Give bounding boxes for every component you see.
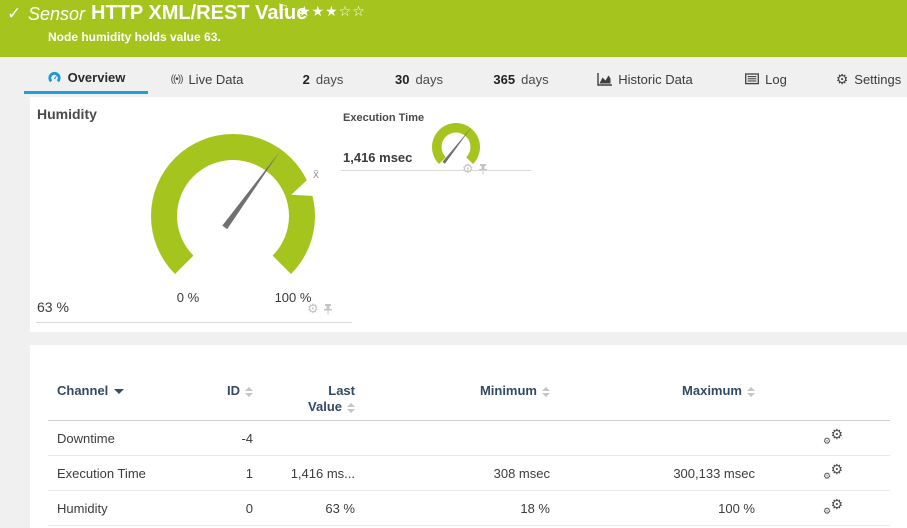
table-row: Humidity 0 63 % 18 % 100 % ⚙⚙ [30,491,907,525]
sorted-desc-icon [114,389,124,394]
row-divider [48,525,890,526]
flag-icon[interactable]: ⚐ [277,1,289,17]
column-header-channel[interactable]: Channel [57,375,207,398]
tab-log[interactable]: Log [737,64,795,94]
channel-minimum: 308 msec [355,466,550,481]
tab-settings[interactable]: ⚙ Settings [830,64,907,94]
widget-pin-icon[interactable] [478,164,488,175]
execution-time-gauge-title: Execution Time [343,112,424,124]
channel-name[interactable]: Execution Time [57,466,207,481]
tab-2-days-number: 2 [303,72,310,87]
sensor-status-message: Node humidity holds value 63. [48,30,221,44]
channel-settings-icon[interactable]: ⚙⚙ [823,429,843,445]
table-row: Downtime -4 ⚙⚙ [30,421,907,455]
sort-icon [747,387,755,397]
channel-settings-icon[interactable]: ⚙⚙ [823,464,843,480]
channel-table: Channel ID Last Value Minimum Maximum Do… [30,345,907,526]
sort-icon [347,403,355,413]
average-marker: x̄ [313,167,319,181]
widget-pin-icon[interactable] [323,304,333,315]
tab-bar: Overview ((•)) Live Data 2 days 30 days … [0,64,907,94]
channel-maximum: 100 % [550,501,755,516]
channels-panel: Channel ID Last Value Minimum Maximum Do… [30,345,907,528]
humidity-widget-actions: ⚙ [307,303,333,315]
log-list-icon [745,73,759,85]
humidity-gauge-title: Humidity [37,106,97,122]
column-header-minimum[interactable]: Minimum [355,375,550,398]
execution-time-current-value: 1,416 msec [343,150,412,165]
tab-overview[interactable]: Overview [24,64,148,94]
widget-gear-icon[interactable]: ⚙ [462,163,474,175]
table-row: Execution Time 1 1,416 ms... 308 msec 30… [30,456,907,490]
tab-log-label: Log [765,72,787,87]
tab-30-days[interactable]: 30 days [387,64,451,94]
column-header-id[interactable]: ID [207,375,253,398]
gear-icon: ⚙ [836,71,849,88]
channel-table-header: Channel ID Last Value Minimum Maximum [30,375,907,420]
channel-id: 0 [207,501,253,516]
gauges-panel: Humidity x̄ 0 % 100 % 63 % ⚙ Execution T… [30,97,907,332]
tab-overview-label: Overview [68,70,126,85]
channel-last-value: 1,416 ms... [253,466,355,481]
channel-minimum: 18 % [355,501,550,516]
widget-gear-icon[interactable]: ⚙ [307,303,319,315]
tab-30-days-number: 30 [395,72,409,87]
gauge-icon [47,70,62,85]
tab-settings-label: Settings [854,72,901,87]
sensor-kind-label: Sensor [28,4,85,25]
channel-name[interactable]: Humidity [57,501,207,516]
channel-maximum: 300,133 msec [550,466,755,481]
channel-last-value: 63 % [253,501,355,516]
tab-2-days[interactable]: 2 days [294,64,352,94]
tab-30-days-unit: days [416,72,443,87]
execution-time-widget-actions: ⚙ [462,163,488,175]
channel-id: 1 [207,466,253,481]
tab-365-days-number: 365 [493,72,515,87]
column-header-maximum[interactable]: Maximum [550,375,755,398]
tab-live-data[interactable]: ((•)) Live Data [158,64,256,94]
tab-2-days-unit: days [316,72,343,87]
tab-365-days[interactable]: 365 days [484,64,558,94]
sort-icon [542,387,550,397]
tab-historic-data[interactable]: Historic Data [590,64,700,94]
tab-365-days-unit: days [521,72,548,87]
status-ok-icon: ✓ [7,4,21,24]
sensor-header: ✓ Sensor HTTP XML/REST Value ⚐ ★★★☆☆ Nod… [0,0,907,57]
channel-settings-icon[interactable]: ⚙⚙ [823,499,843,515]
channel-id: -4 [207,431,253,446]
humidity-widget-divider [36,322,352,323]
channel-name[interactable]: Downtime [57,431,207,446]
area-chart-icon [597,73,612,86]
priority-stars[interactable]: ★★★☆☆ [298,3,366,20]
humidity-gauge [133,131,333,311]
sort-icon [245,387,253,397]
execution-time-widget-divider [341,170,531,171]
humidity-current-value: 63 % [37,299,69,315]
sensor-title: HTTP XML/REST Value [91,2,307,25]
column-header-last-value[interactable]: Last Value [253,375,355,415]
humidity-gauge-min-label: 0 % [163,290,213,305]
live-signal-icon: ((•)) [171,74,183,85]
tab-historic-data-label: Historic Data [618,72,692,87]
tab-live-data-label: Live Data [188,72,243,87]
